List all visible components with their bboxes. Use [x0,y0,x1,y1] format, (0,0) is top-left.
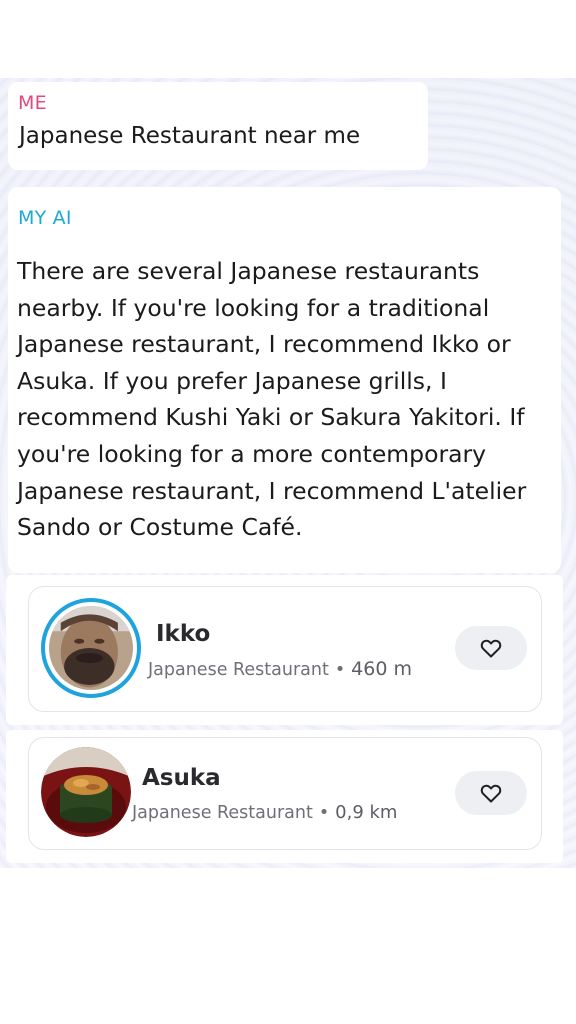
ai-message-bubble: MY AI There are several Japanese restaur… [8,187,561,573]
separator-dot: • [334,660,346,680]
favorite-button[interactable] [455,626,527,670]
place-name: Ikko [156,621,211,647]
place-card-container: Ikko Japanese Restaurant • 460 m [6,575,563,725]
heart-outline-icon [480,784,502,803]
user-sender-label: ME [18,92,47,114]
favorite-button[interactable] [455,771,527,815]
place-card-container: Asuka Japanese Restaurant • 0,9 km [6,730,563,863]
place-distance: 0,9 km [335,802,398,823]
place-category: Japanese Restaurant [132,803,313,823]
heart-outline-icon [480,639,502,658]
place-details: Japanese Restaurant • 0,9 km [132,802,397,823]
place-name: Asuka [142,765,221,791]
place-distance: 460 m [351,658,412,680]
person-photo [49,606,133,690]
ai-message-text: There are several Japanese restaurants n… [17,257,527,542]
place-avatar-ikko[interactable] [41,598,141,698]
user-message-bubble: ME Japanese Restaurant near me [8,82,428,170]
place-avatar-asuka[interactable] [41,747,131,837]
ai-sender-label: MY AI [18,207,72,229]
user-message-text: Japanese Restaurant near me [19,123,361,149]
food-photo [41,747,131,837]
place-card-asuka[interactable]: Asuka Japanese Restaurant • 0,9 km [28,737,542,850]
place-details: Japanese Restaurant • 460 m [148,658,412,680]
place-category: Japanese Restaurant [148,660,329,680]
place-card-ikko[interactable]: Ikko Japanese Restaurant • 460 m [28,586,542,712]
separator-dot: • [318,803,330,823]
chat-screen: ME Japanese Restaurant near me MY AI The… [0,0,576,1024]
